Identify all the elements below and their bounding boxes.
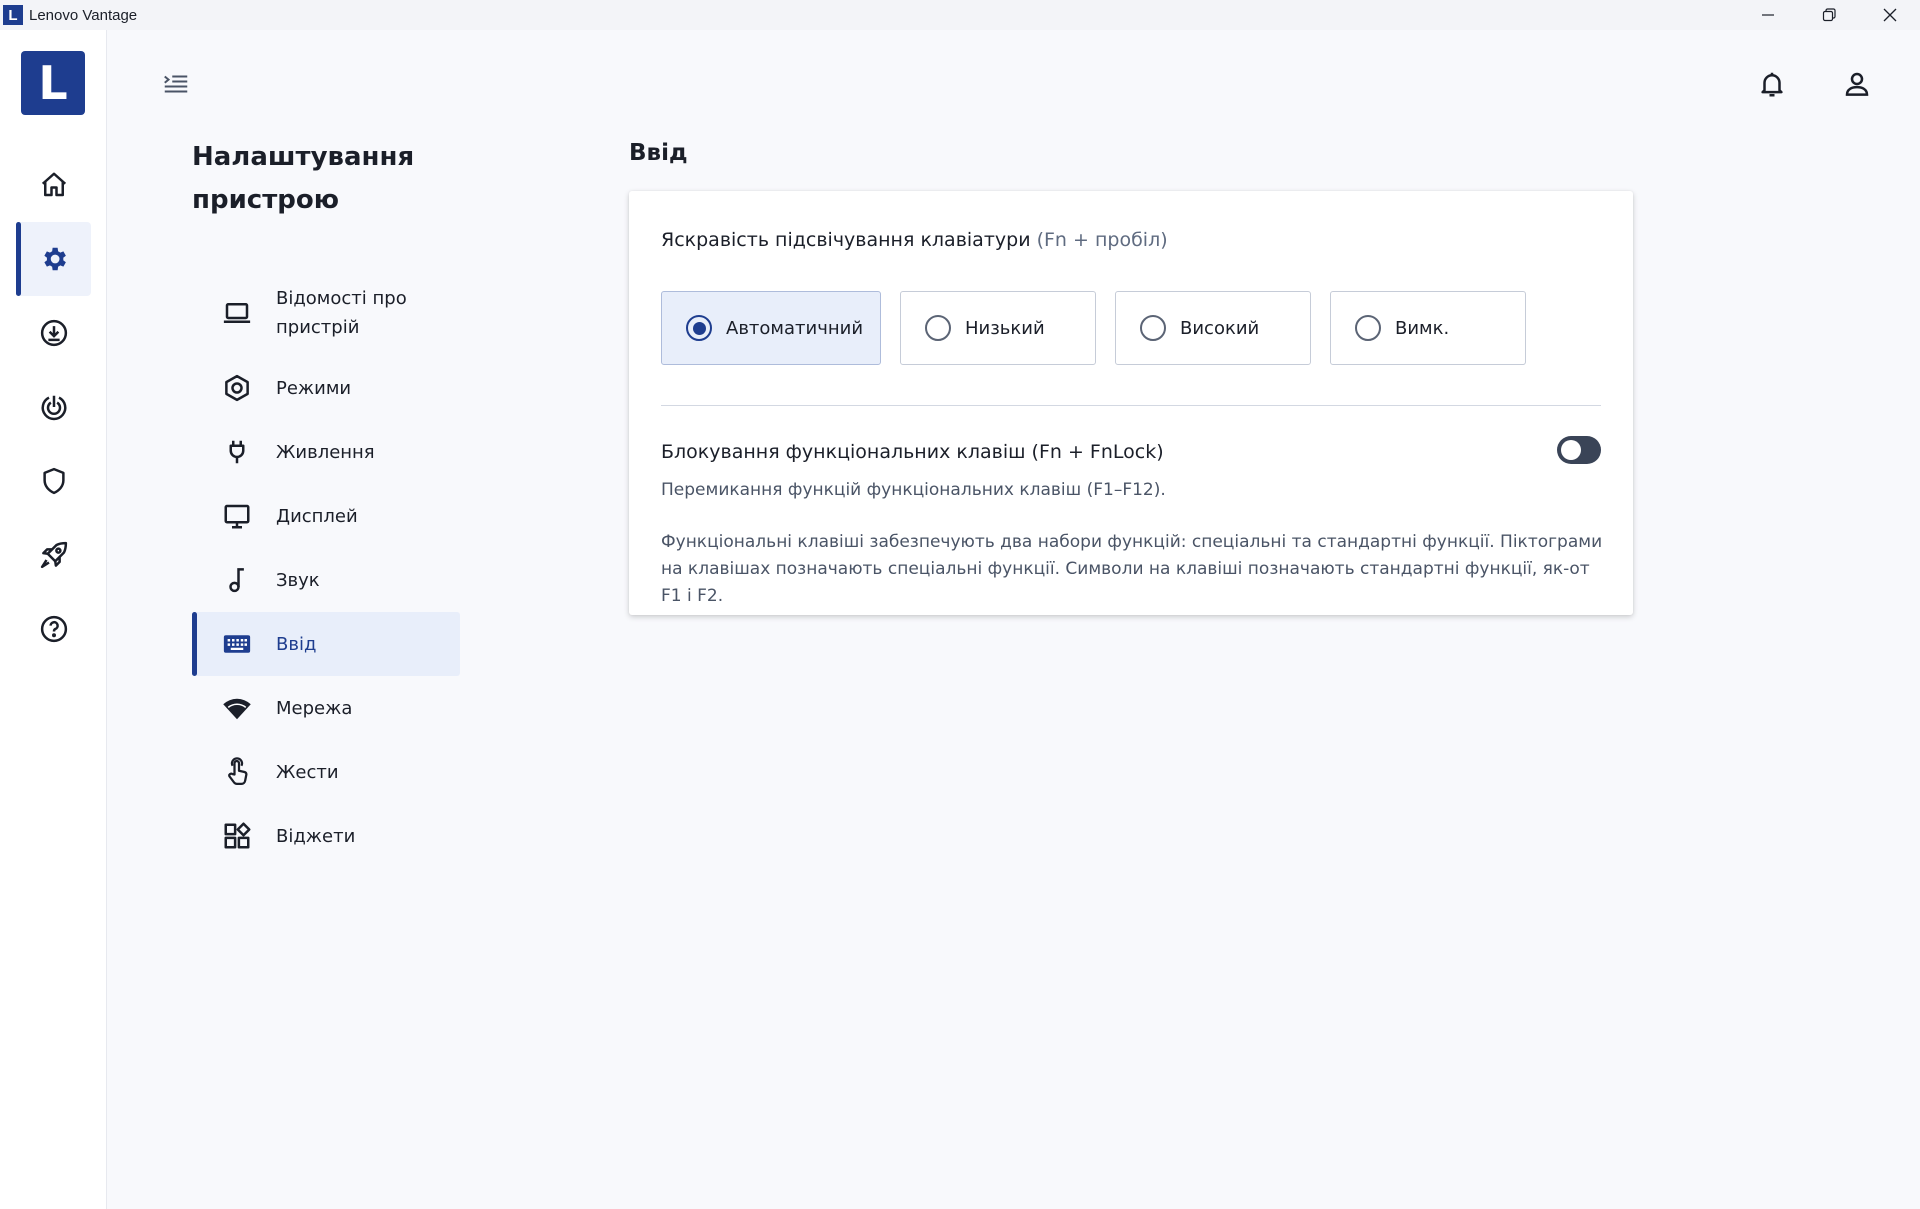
rocket-icon (40, 541, 67, 569)
rail-item-power[interactable] (16, 370, 91, 444)
power-target-icon (41, 395, 66, 421)
account-button[interactable] (1837, 64, 1877, 104)
backlight-radio-group: Автоматичний Низький Високий Вимк. (661, 291, 1545, 365)
nav-title: Налаштування пристрою (192, 142, 415, 215)
music-note-icon (222, 565, 252, 595)
nav-item-label: Звук (276, 569, 320, 591)
home-icon (41, 172, 66, 197)
bell-icon (1761, 72, 1783, 97)
backlight-title: Яскравість підсвічування клавіатури (Fn … (661, 229, 1168, 251)
touch-hand-icon (222, 757, 252, 787)
nav-item-network[interactable]: Мережа (192, 676, 460, 740)
rail-item-settings[interactable] (16, 222, 91, 296)
fnlock-description: Функціональні клавіші забезпечують два н… (661, 532, 1603, 606)
section-title: Ввід (629, 140, 688, 166)
close-icon (1883, 8, 1896, 22)
nav-item-power[interactable]: Живлення (192, 420, 460, 484)
backlight-option-auto[interactable]: Автоматичний (661, 291, 881, 365)
rail-item-help[interactable] (16, 592, 91, 666)
nav-item-label: Дисплей (276, 505, 358, 527)
radio-empty-icon (925, 315, 951, 341)
user-icon (1845, 72, 1869, 96)
nav-item-device-info[interactable]: Відомості про пристрій (192, 270, 460, 356)
backlight-title-text: Яскравість підсвічування клавіатури (661, 229, 1031, 251)
radio-label: Автоматичний (726, 317, 864, 339)
nav-item-gestures[interactable]: Жести (192, 740, 460, 804)
backlight-option-high[interactable]: Високий (1115, 291, 1311, 365)
fnlock-title: Блокування функціональних клавіш (Fn + F… (661, 441, 1164, 463)
backlight-shortcut-hint: (Fn + пробіл) (1036, 229, 1168, 251)
window-title: Lenovo Vantage (29, 6, 138, 24)
monitor-icon (222, 501, 252, 531)
menu-collapse-icon (164, 75, 188, 93)
left-rail: L (0, 30, 107, 1209)
notifications-button[interactable] (1752, 64, 1792, 104)
radio-label: Вимк. (1395, 317, 1450, 339)
nav-item-label: Живлення (276, 441, 375, 463)
lenovo-logo[interactable]: L (21, 51, 85, 115)
rail-item-home[interactable] (16, 148, 91, 222)
nav-item-label: Жести (276, 761, 339, 783)
radio-empty-icon (1355, 315, 1381, 341)
widgets-icon (222, 821, 252, 851)
laptop-icon (222, 298, 252, 328)
download-icon (40, 319, 67, 347)
restore-button[interactable] (1798, 0, 1859, 30)
divider (661, 405, 1601, 406)
nav-item-label: Мережа (276, 697, 353, 719)
nav-item-label: Ввід (276, 633, 317, 655)
title-bar: L Lenovo Vantage (0, 0, 1920, 30)
help-icon (40, 615, 67, 643)
rail-item-updates[interactable] (16, 296, 91, 370)
nav-item-label: Віджети (276, 825, 356, 847)
wifi-icon (222, 693, 252, 723)
app-icon: L (3, 5, 23, 25)
keyboard-icon (222, 629, 252, 659)
radio-label: Високий (1180, 317, 1260, 339)
nav-item-label: Відомості про пристрій (276, 288, 407, 338)
shield-icon (42, 467, 65, 495)
minimize-icon (1761, 14, 1774, 16)
close-button[interactable] (1859, 0, 1920, 30)
nav-item-display[interactable]: Дисплей (192, 484, 460, 548)
nav-item-input[interactable]: Ввід (192, 612, 460, 676)
gear-icon (43, 247, 66, 271)
hexagon-icon (222, 373, 252, 403)
input-settings-card: Яскравість підсвічування клавіатури (Fn … (629, 191, 1633, 615)
toggle-knob (1561, 440, 1581, 460)
restore-icon (1822, 8, 1836, 22)
minimize-button[interactable] (1737, 0, 1798, 30)
rail-item-security[interactable] (16, 444, 91, 518)
radio-label: Низький (965, 317, 1045, 339)
nav-item-label: Режими (276, 377, 352, 399)
rail-item-boost[interactable] (16, 518, 91, 592)
backlight-option-low[interactable]: Низький (900, 291, 1096, 365)
radio-empty-icon (1140, 315, 1166, 341)
settings-nav: Відомості про пристрій Режими Живлення Д… (192, 270, 460, 868)
menu-collapse-button[interactable] (156, 64, 196, 104)
nav-item-modes[interactable]: Режими (192, 356, 460, 420)
fnlock-toggle[interactable] (1557, 436, 1601, 464)
plug-icon (222, 437, 252, 467)
fnlock-subtitle: Перемикання функцій функціональних клаві… (661, 480, 1166, 500)
nav-item-widgets[interactable]: Віджети (192, 804, 460, 868)
backlight-option-off[interactable]: Вимк. (1330, 291, 1526, 365)
window-controls (1737, 0, 1920, 30)
radio-selected-icon (686, 315, 712, 341)
nav-item-sound[interactable]: Звук (192, 548, 460, 612)
